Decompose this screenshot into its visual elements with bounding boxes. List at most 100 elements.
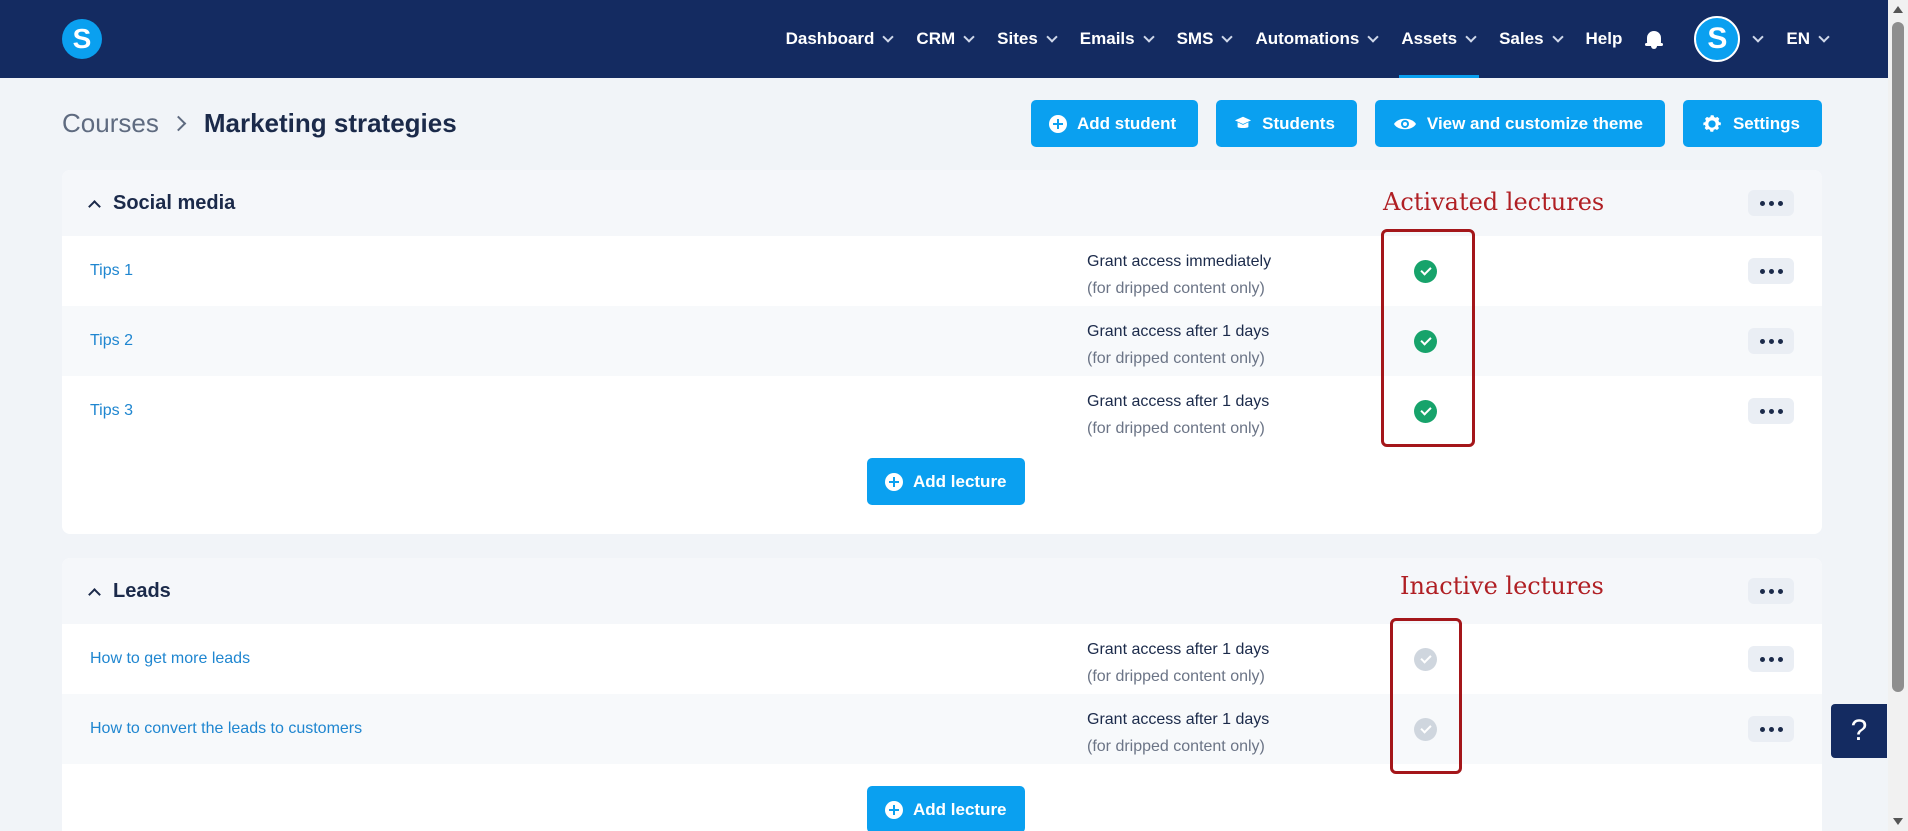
lecture-access: Grant access after 1 days (for dripped c… xyxy=(1087,636,1269,690)
lecture-access: Grant access after 1 days (for dripped c… xyxy=(1087,706,1269,760)
gear-icon xyxy=(1701,113,1723,135)
scroll-down-icon[interactable] xyxy=(1893,818,1903,825)
lecture-title-link[interactable]: Tips 1 xyxy=(90,262,133,280)
students-button[interactable]: Students xyxy=(1216,100,1357,147)
graduation-cap-icon xyxy=(1234,115,1252,133)
lecture-title-link[interactable]: Tips 3 xyxy=(90,402,133,420)
scrollbar-thumb[interactable] xyxy=(1892,22,1904,692)
nav-help-label: Help xyxy=(1585,29,1623,48)
access-note: (for dripped content only) xyxy=(1087,420,1265,437)
page-actions: Add student Students View and customize … xyxy=(1013,100,1822,147)
section-menu-button[interactable] xyxy=(1748,578,1794,604)
chevron-down-icon xyxy=(1465,30,1477,43)
eye-icon xyxy=(1393,116,1417,132)
settings-button[interactable]: Settings xyxy=(1682,100,1822,147)
nav-emails-label: Emails xyxy=(1079,29,1135,48)
access-note: (for dripped content only) xyxy=(1087,738,1265,755)
help-label: ? xyxy=(1850,714,1868,747)
nav-sales-label: Sales xyxy=(1499,29,1544,48)
lecture-access: Grant access after 1 days (for dripped c… xyxy=(1087,318,1269,372)
add-lecture-button[interactable]: Add lecture xyxy=(867,786,1025,831)
view-theme-label: View and customize theme xyxy=(1426,113,1643,133)
access-note: (for dripped content only) xyxy=(1087,350,1265,367)
breadcrumb: Courses Marketing strategies xyxy=(62,108,457,139)
add-lecture-label: Add lecture xyxy=(913,799,1007,819)
access-text: Grant access after 1 days xyxy=(1087,393,1270,410)
chevron-right-icon xyxy=(170,115,187,132)
nav-sales[interactable]: Sales xyxy=(1499,0,1564,78)
access-note: (for dripped content only) xyxy=(1087,280,1265,297)
chevron-down-icon xyxy=(963,30,975,43)
chevron-down-icon xyxy=(1752,30,1765,43)
access-text: Grant access after 1 days xyxy=(1087,641,1270,658)
avatar-letter: S xyxy=(1707,22,1728,55)
lecture-menu-button[interactable] xyxy=(1748,258,1794,284)
annotation-inactive: Inactive lectures xyxy=(1400,572,1604,600)
nav-automations[interactable]: Automations xyxy=(1255,0,1379,78)
add-lecture-area: Add lecture xyxy=(62,764,1822,831)
chevron-up-icon[interactable] xyxy=(88,199,101,213)
nav-dashboard-label: Dashboard xyxy=(785,29,875,48)
add-student-button[interactable]: Add student xyxy=(1031,100,1199,147)
nav-help[interactable]: Help xyxy=(1586,0,1623,78)
lecture-access: Grant access immediately (for dripped co… xyxy=(1087,248,1271,302)
chevron-down-icon xyxy=(1551,30,1564,43)
scrollbar[interactable] xyxy=(1888,0,1908,831)
language-label: EN xyxy=(1786,29,1810,48)
language-selector[interactable]: EN xyxy=(1786,0,1830,78)
plus-circle-icon xyxy=(885,472,903,491)
breadcrumb-courses[interactable]: Courses xyxy=(62,108,159,139)
nav-crm-label: CRM xyxy=(916,29,956,48)
avatar[interactable]: S xyxy=(1694,16,1741,62)
scroll-up-icon[interactable] xyxy=(1893,6,1903,13)
section-card: Social media Tips 1 Grant access immedia… xyxy=(62,170,1822,534)
nav-sms-label: SMS xyxy=(1176,29,1214,48)
lecture-row: How to convert the leads to customers Gr… xyxy=(62,694,1822,764)
logo-letter: S xyxy=(72,23,92,54)
view-theme-button[interactable]: View and customize theme xyxy=(1374,100,1665,147)
nav-sites[interactable]: Sites xyxy=(997,0,1058,78)
lecture-access: Grant access after 1 days (for dripped c… xyxy=(1087,388,1269,442)
annotation-activated: Activated lectures xyxy=(1383,188,1605,216)
lecture-menu-button[interactable] xyxy=(1748,646,1794,672)
section-title: Social media xyxy=(113,191,236,214)
add-lecture-button[interactable]: Add lecture xyxy=(867,458,1025,505)
lecture-row: Tips 2 Grant access after 1 days (for dr… xyxy=(62,306,1822,376)
access-note: (for dripped content only) xyxy=(1087,668,1265,685)
nav-sms[interactable]: SMS xyxy=(1176,0,1234,78)
nav-emails[interactable]: Emails xyxy=(1079,0,1155,78)
top-navbar: S Dashboard CRM Sites Emails SMS Automat… xyxy=(0,0,1888,78)
chevron-up-icon[interactable] xyxy=(88,587,101,601)
lecture-title-link[interactable]: How to get more leads xyxy=(90,650,250,668)
lecture-title-link[interactable]: How to convert the leads to customers xyxy=(90,720,362,738)
nav-crm[interactable]: CRM xyxy=(916,0,975,78)
lecture-row: Tips 3 Grant access after 1 days (for dr… xyxy=(62,376,1822,446)
lecture-menu-button[interactable] xyxy=(1748,398,1794,424)
app-logo[interactable]: S xyxy=(62,19,102,59)
help-button[interactable]: ? xyxy=(1831,704,1887,758)
lecture-menu-button[interactable] xyxy=(1748,716,1794,742)
section-menu-button[interactable] xyxy=(1748,190,1794,216)
lecture-row: How to get more leads Grant access after… xyxy=(62,624,1822,694)
add-student-label: Add student xyxy=(1077,113,1177,133)
section-title: Leads xyxy=(113,579,171,602)
students-label: Students xyxy=(1262,113,1335,133)
lecture-row: Tips 1 Grant access immediately (for dri… xyxy=(62,236,1822,306)
nav-assets[interactable]: Assets xyxy=(1399,0,1479,78)
access-text: Grant access immediately xyxy=(1087,253,1272,270)
nav-automations-label: Automations xyxy=(1255,29,1360,48)
lecture-title-link[interactable]: Tips 2 xyxy=(90,332,133,350)
nav-assets-label: Assets xyxy=(1401,29,1458,48)
lecture-menu-button[interactable] xyxy=(1748,328,1794,354)
plus-circle-icon xyxy=(885,800,903,819)
chevron-down-icon xyxy=(1221,30,1234,43)
chevron-down-icon xyxy=(1818,30,1830,43)
add-lecture-label: Add lecture xyxy=(913,471,1007,491)
settings-label: Settings xyxy=(1732,113,1800,133)
annotation-box-activated xyxy=(1381,229,1475,447)
annotation-box-inactive xyxy=(1390,618,1462,774)
nav-dashboard[interactable]: Dashboard xyxy=(785,0,895,78)
add-lecture-area: Add lecture xyxy=(62,446,1822,534)
user-menu[interactable]: S xyxy=(1664,16,1765,62)
bell-icon[interactable] xyxy=(1644,29,1664,49)
